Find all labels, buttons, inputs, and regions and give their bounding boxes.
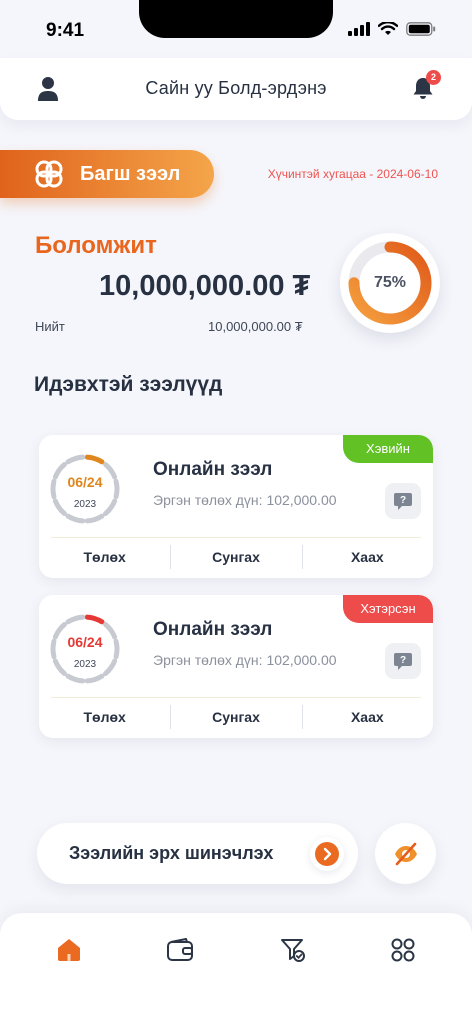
due-date: 06/24 [67, 474, 103, 490]
nav-home[interactable] [52, 933, 86, 967]
loan-title: Онлайн зээл [153, 619, 273, 640]
help-button[interactable]: ? [385, 643, 421, 679]
loan-product-tag[interactable]: Багш зээл [0, 150, 214, 198]
device-notch [139, 0, 333, 38]
total-label: Нийт [35, 319, 65, 334]
due-year: 2023 [73, 499, 97, 510]
dial-segment [84, 454, 105, 465]
usage-progress-ring: 75% [340, 233, 440, 333]
greeting-title: Сайн уу Болд-эрдэнэ [145, 78, 327, 98]
due-date: 06/24 [67, 634, 103, 650]
active-loans-title: Идэвхтэй зээлүүд [34, 373, 223, 396]
dial-segment [84, 614, 105, 625]
hide-balance-button[interactable] [375, 823, 436, 884]
svg-text:?: ? [400, 655, 406, 666]
question-chat-icon: ? [394, 653, 412, 670]
app-header: Сайн уу Болд-эрдэнэ 2 [0, 58, 472, 120]
card-divider [51, 537, 421, 538]
renew-credit-button[interactable]: Зээлийн эрх шинэчлэх [37, 823, 358, 884]
loan-status-badge: Хэвийн [343, 435, 433, 463]
loan-status-badge: Хэтэрсэн [343, 595, 433, 623]
dial-segment [65, 673, 86, 684]
nav-menu[interactable] [386, 933, 420, 967]
svg-text:?: ? [400, 495, 406, 506]
dial-segment [84, 673, 105, 684]
card-divider [51, 697, 421, 698]
status-time: 9:41 [46, 20, 85, 41]
eye-off-icon [394, 842, 417, 865]
close-loan-button[interactable]: Хаах [301, 703, 433, 731]
nav-wallet[interactable] [163, 933, 197, 967]
brand-logo-icon [35, 160, 63, 188]
renew-go-button[interactable] [310, 837, 344, 871]
question-chat-icon: ? [394, 493, 412, 510]
wallet-icon [167, 938, 193, 961]
filter-icon [281, 939, 305, 962]
notifications-button[interactable]: 2 [412, 70, 441, 105]
dial-segment [65, 454, 86, 465]
grid-icon [391, 938, 415, 962]
wifi-icon [378, 22, 398, 35]
loan-repayment-amount: Эргэн төлөх дүн: 102,000.00 [153, 492, 337, 508]
battery-icon [406, 22, 436, 36]
bottom-navigation [0, 913, 472, 1024]
nav-filter[interactable] [276, 933, 310, 967]
status-bar: 9:41 [0, 0, 472, 56]
extend-button[interactable]: Сунгах [170, 543, 301, 571]
dial-segment [65, 614, 86, 625]
available-label: Боломжит [35, 232, 157, 259]
loan-title: Онлайн зээл [153, 459, 273, 480]
status-icons [348, 22, 436, 36]
home-icon [58, 939, 80, 961]
total-amount: 10,000,000.00 ₮ [208, 319, 303, 334]
notification-badge: 2 [426, 70, 441, 85]
help-button[interactable]: ? [385, 483, 421, 519]
loan-card[interactable]: Хэвийн 06/24 2023 Онлайн зээл Эргэн төлө… [39, 435, 433, 578]
close-loan-button[interactable]: Хаах [301, 543, 433, 571]
dial-segment [84, 513, 105, 524]
pay-button[interactable]: Төлөх [39, 543, 170, 571]
loan-repayment-amount: Эргэн төлөх дүн: 102,000.00 [153, 652, 337, 668]
loan-actions: Төлөх Сунгах Хаах [39, 703, 433, 731]
due-year: 2023 [73, 659, 97, 670]
loan-actions: Төлөх Сунгах Хаах [39, 543, 433, 571]
loan-product-name: Багш зээл [80, 162, 181, 185]
signal-icon [348, 22, 370, 36]
pay-button[interactable]: Төлөх [39, 703, 170, 731]
available-amount: 10,000,000.00 ₮ [99, 270, 311, 302]
loan-expiry-date: Хүчинтэй хугацаа - 2024-06-10 [267, 167, 438, 181]
chevron-right-icon [315, 842, 339, 866]
loan-card[interactable]: Хэтэрсэн 06/24 2023 Онлайн зээл Эргэн тө… [39, 595, 433, 738]
dial-segment [65, 513, 86, 524]
renew-credit-label: Зээлийн эрх шинэчлэх [69, 843, 274, 863]
extend-button[interactable]: Сунгах [170, 703, 301, 731]
progress-percent: 75% [373, 274, 407, 291]
